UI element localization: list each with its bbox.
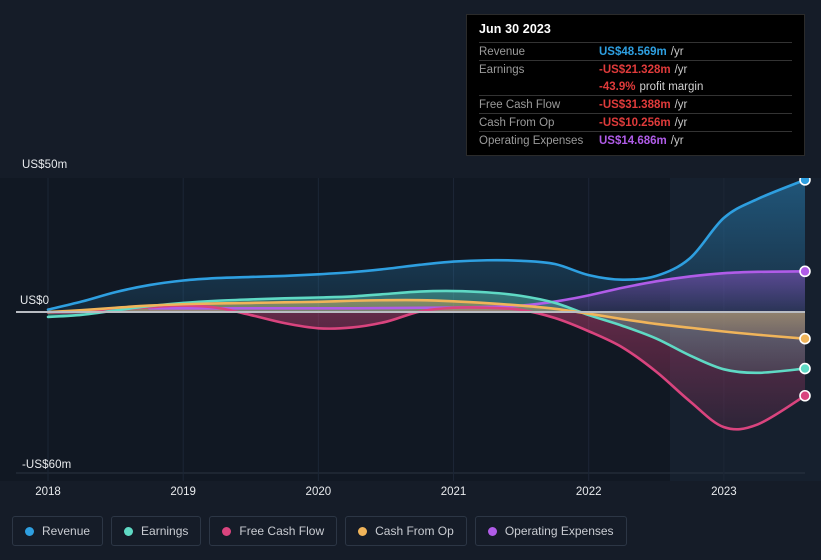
- tooltip-row-label: Earnings: [479, 64, 525, 76]
- x-axis-tick-label: 2019: [170, 486, 196, 498]
- x-axis-tick-label: 2023: [711, 486, 737, 498]
- tooltip-row-label: Operating Expenses: [479, 135, 584, 147]
- endpoint-marker: [799, 389, 811, 402]
- endpoint-marker: [799, 178, 811, 186]
- tooltip-row-value: -US$31.388m: [599, 99, 671, 111]
- x-axis-tick-label: 2021: [440, 486, 467, 498]
- tooltip-row-value: US$48.569m: [599, 46, 667, 58]
- tooltip-title: Jun 30 2023: [479, 22, 551, 36]
- tooltip-row: Free Cash Flow -US$31.388m/yr: [479, 95, 792, 113]
- tooltip-row-value: US$14.686m: [599, 135, 667, 147]
- chart-legend[interactable]: Revenue Earnings Free Cash Flow Cash From O…: [12, 516, 627, 546]
- data-tooltip: Jun 30 2023 Revenue US$48.569m/yr Earnings…: [466, 14, 805, 156]
- legend-color-dot-icon: [358, 526, 368, 536]
- tooltip-row-value: -43.9%: [599, 81, 636, 93]
- tooltip-row-unit: /yr: [674, 99, 688, 111]
- tooltip-row-unit: /yr: [674, 117, 688, 129]
- legend-color-dot-icon: [25, 526, 34, 536]
- legend-item-label: Earnings: [141, 524, 189, 538]
- tooltip-row: -43.9% profit margin: [479, 78, 792, 95]
- tooltip-row-value: -US$10.256m: [599, 117, 671, 129]
- legend-color-dot-icon: [222, 526, 232, 536]
- tooltip-row-label: Revenue: [479, 46, 526, 58]
- y-axis-zero-label: US$0: [20, 295, 50, 307]
- legend-item-operating-expenses[interactable]: Operating Expenses: [474, 516, 627, 546]
- tooltip-row-value: -US$21.328m: [599, 64, 671, 76]
- tooltip-row-unit: /yr: [670, 135, 684, 147]
- tooltip-row-value-group: -43.9% profit margin: [599, 81, 703, 93]
- legend-item-earnings[interactable]: Earnings: [111, 516, 202, 546]
- zero-baseline: [16, 311, 805, 313]
- tooltip-row: Operating Expenses US$14.686m/yr: [479, 131, 792, 149]
- tooltip-row-label: Free Cash Flow: [479, 99, 561, 111]
- legend-item-label: Operating Expenses: [504, 524, 614, 538]
- tooltip-row-value-group: US$14.686m/yr: [599, 135, 684, 147]
- tooltip-row-value-group: -US$21.328m/yr: [599, 64, 687, 76]
- chart-series-svg: [16, 178, 811, 481]
- legend-color-dot-icon: [124, 526, 134, 536]
- tooltip-row-unit: /yr: [670, 46, 684, 58]
- endpoint-marker: [799, 362, 811, 375]
- chart-plot-area: [0, 178, 821, 481]
- chart-page: US$50m US$0 -US$60m 2018 2019 2020 2021 2022…: [0, 0, 821, 560]
- x-axis-tick-label: 2018: [35, 486, 61, 498]
- legend-item-revenue[interactable]: Revenue: [12, 516, 104, 546]
- legend-item-label: Revenue: [42, 524, 91, 538]
- endpoint-marker: [799, 265, 811, 278]
- x-axis-tick-label: 2022: [575, 486, 602, 498]
- y-axis-top-label: US$50m: [22, 159, 68, 171]
- legend-item-label: Cash From Op: [375, 524, 454, 538]
- tooltip-row-subtext: profit margin: [639, 81, 704, 93]
- legend-color-dot-icon: [487, 526, 497, 536]
- legend-item-cash-from-op[interactable]: Cash From Op: [345, 516, 467, 546]
- x-axis-tick-label: 2020: [305, 486, 332, 498]
- tooltip-rows: Revenue US$48.569m/yr Earnings -US$21.328m /…: [479, 42, 792, 149]
- tooltip-row-value-group: -US$31.388m/yr: [599, 99, 687, 111]
- legend-item-label: Free Cash Flow: [239, 524, 325, 538]
- legend-item-free-cash-flow[interactable]: Free Cash Flow: [209, 516, 338, 546]
- tooltip-row-value-group: US$48.569m/yr: [599, 46, 684, 58]
- tooltip-row-unit: /yr: [674, 64, 688, 76]
- tooltip-row-label: Cash From Op: [479, 117, 555, 129]
- endpoint-marker: [799, 332, 811, 345]
- tooltip-row: Revenue US$48.569m/yr: [479, 42, 792, 60]
- tooltip-row: Earnings -US$21.328m/yr: [479, 60, 792, 78]
- y-axis-bottom-label: -US$60m: [22, 459, 72, 471]
- tooltip-row-value-group: -US$10.256m/yr: [599, 117, 687, 129]
- tooltip-row: Cash From Op -US$10.256m/yr: [479, 113, 792, 131]
